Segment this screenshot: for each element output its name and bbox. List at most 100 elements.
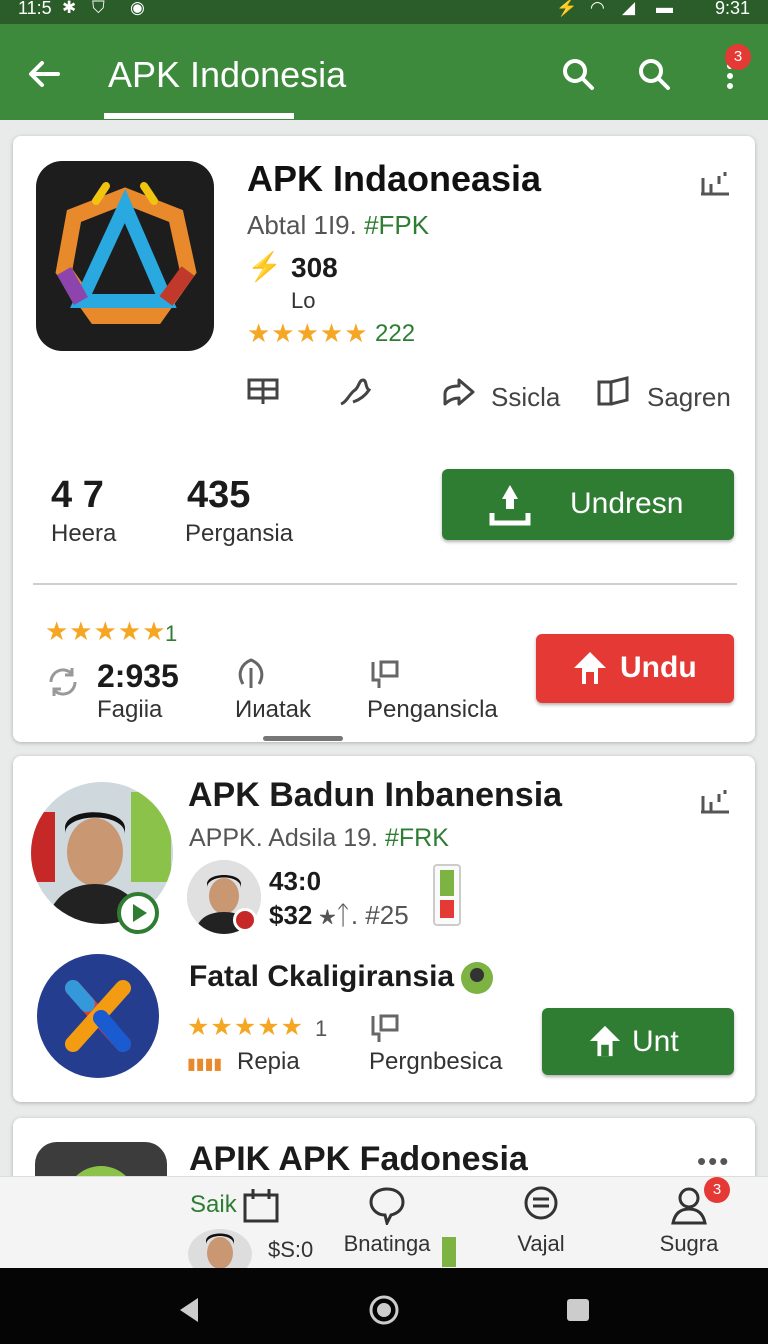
search-icon[interactable] [560, 56, 596, 92]
stat-2-label: Pergansia [185, 520, 294, 547]
item-2-star-count: 1 [315, 1016, 328, 1041]
back-arrow-icon[interactable] [24, 54, 64, 94]
item-2-title[interactable]: Fatal Ckaligiransia [189, 960, 454, 994]
status-bar: 11:5 ✱ ⛉ ◉ ⚡ ◠ ◢ ▬ 9:31 [0, 0, 768, 24]
app-2-subtitle: APPK. Adsila 19. #FRK [189, 824, 449, 852]
system-navigation-bar [0, 1268, 768, 1344]
search-icon-2[interactable] [636, 56, 672, 92]
stat-1-value: 4 7 [51, 474, 104, 516]
location-icon: ◉ [130, 0, 145, 17]
back-nav-icon[interactable] [176, 1296, 204, 1324]
divider [33, 583, 737, 585]
row-2-label-3: Pengansicla [367, 696, 498, 723]
app-2-tag: #FRK [384, 824, 449, 852]
rating-count: 222 [375, 320, 416, 347]
row-2-star-count: 1 [165, 621, 178, 646]
share-label[interactable]: Ssicla [491, 382, 560, 413]
row-2-stars: ★★★★★ [45, 616, 167, 646]
bookmark-add-icon[interactable] [697, 164, 733, 200]
nav-item-label-4: Sugra [659, 1231, 719, 1256]
item-2-label: Repia [237, 1048, 300, 1075]
nav-item-label-2: Bnatinga [343, 1231, 431, 1256]
app-bar: APK Indonesia 3 [0, 24, 768, 120]
app-3-title[interactable]: APIK APK Fadonesia [189, 1140, 528, 1179]
home-upload-icon-2 [589, 1025, 621, 1057]
item-2-stars: ★★★★★ [187, 1013, 305, 1041]
stat-2-value: 435 [187, 474, 251, 516]
leaf-icon[interactable] [233, 656, 269, 692]
book-icon[interactable] [595, 374, 631, 410]
stat-1-label: Heera [51, 520, 117, 547]
status-time-right: 9:31 [714, 0, 750, 18]
profile-badge: 3 [704, 1177, 730, 1203]
item-2-label-2: Pergnbesica [369, 1048, 503, 1075]
lightning-icon: ⚡ [247, 251, 282, 282]
app-title[interactable]: APK Indaoneasia [247, 158, 541, 200]
app-metric: 308 [291, 252, 338, 283]
app-card-1[interactable]: APK Indaoneasia Abtal 1I9. #FPK ⚡ 308 Lo… [13, 136, 755, 742]
scroll-indicator [263, 736, 343, 741]
row-2-value: 2:935 [97, 658, 179, 694]
app-logo-icon [55, 182, 197, 324]
download-button-label: Undresn [570, 487, 684, 520]
hand-icon[interactable] [337, 374, 373, 410]
chat-icon[interactable] [367, 656, 403, 692]
signal-icon: ⚡ [556, 0, 578, 17]
chat-icon-2[interactable] [367, 1010, 403, 1046]
battery-icon: ▬ [656, 0, 673, 17]
app-icon[interactable] [36, 161, 214, 351]
app-tag: #FPK [364, 210, 430, 240]
more-horiz-icon[interactable]: ••• [697, 1146, 730, 1177]
active-tab-indicator [104, 113, 294, 119]
bottom-navigation: Saik $S:0 Bnatinga Vajal Sugra 3 [0, 1176, 768, 1279]
share-icon[interactable] [441, 374, 477, 410]
save-label[interactable]: Sagren [647, 382, 731, 413]
message-icon [524, 1186, 558, 1220]
app-2-metric-1: 43:0 [269, 866, 322, 896]
app-metric-sub: Lo [291, 288, 316, 313]
home-upload-icon [574, 652, 606, 684]
nav-item-chat[interactable]: Bnatinga [312, 1185, 462, 1257]
row-2-label: Fagiia [97, 696, 163, 723]
speech-bubble-icon [369, 1187, 405, 1228]
play-icon[interactable] [117, 892, 159, 934]
grid-icon[interactable] [245, 374, 281, 410]
nav-item-profile[interactable]: Sugra [614, 1185, 764, 1257]
status-time-left: 11:5 [18, 0, 52, 18]
row-2-label-2: Ииatak [235, 696, 312, 723]
app-2-metric-tail: ★ᛏ. #25 [319, 900, 409, 930]
shield-icon: ⛉ [92, 0, 105, 17]
x-logo-icon [65, 980, 131, 1052]
page-title: APK Indonesia [108, 54, 347, 95]
battery-widget-icon [433, 864, 461, 926]
cell-signal-icon: ◢ [622, 0, 636, 17]
refresh-icon[interactable] [45, 664, 81, 700]
bars-icon: ▮▮▮▮ [187, 1056, 223, 1073]
recents-nav-icon[interactable] [564, 1296, 592, 1324]
reviewer-badge [233, 908, 257, 932]
app-2-metric-line: $32 ★ᛏ. #25 [269, 900, 409, 931]
app-2-title[interactable]: APK Badun Inbanensia [188, 776, 562, 815]
install-button[interactable]: Undu [536, 634, 734, 703]
app-2-price: $32 [269, 900, 313, 930]
item-2-avatar [461, 962, 493, 994]
item-2-install-button[interactable]: Unt [542, 1008, 734, 1075]
download-button[interactable]: Undresn [442, 469, 734, 540]
bookmark-add-icon-2[interactable] [697, 782, 733, 818]
card-3-metric: $S:0 [268, 1237, 314, 1262]
install-button-label: Undu [620, 651, 697, 684]
nav-item-label-3: Vajal [517, 1231, 565, 1256]
menu-badge: 3 [725, 44, 751, 70]
calendar-icon [243, 1189, 279, 1223]
app-subtitle: Abtal 1I9. #FPK [247, 210, 430, 240]
person-icon [671, 1187, 707, 1225]
wifi-icon: ◠ [590, 0, 605, 17]
app-card-2[interactable]: APK Badun Inbanensia APPK. Adsila 19. #F… [13, 756, 755, 1102]
item-2-install-label: Unt [632, 1025, 679, 1058]
bluetooth-icon: ✱ [62, 0, 77, 17]
rating-stars: ★★★★★ [247, 318, 369, 348]
home-nav-icon[interactable] [368, 1294, 400, 1326]
app-2-icon[interactable] [37, 954, 159, 1078]
download-icon [489, 485, 531, 526]
nav-item-messages[interactable]: Vajal [466, 1185, 616, 1257]
